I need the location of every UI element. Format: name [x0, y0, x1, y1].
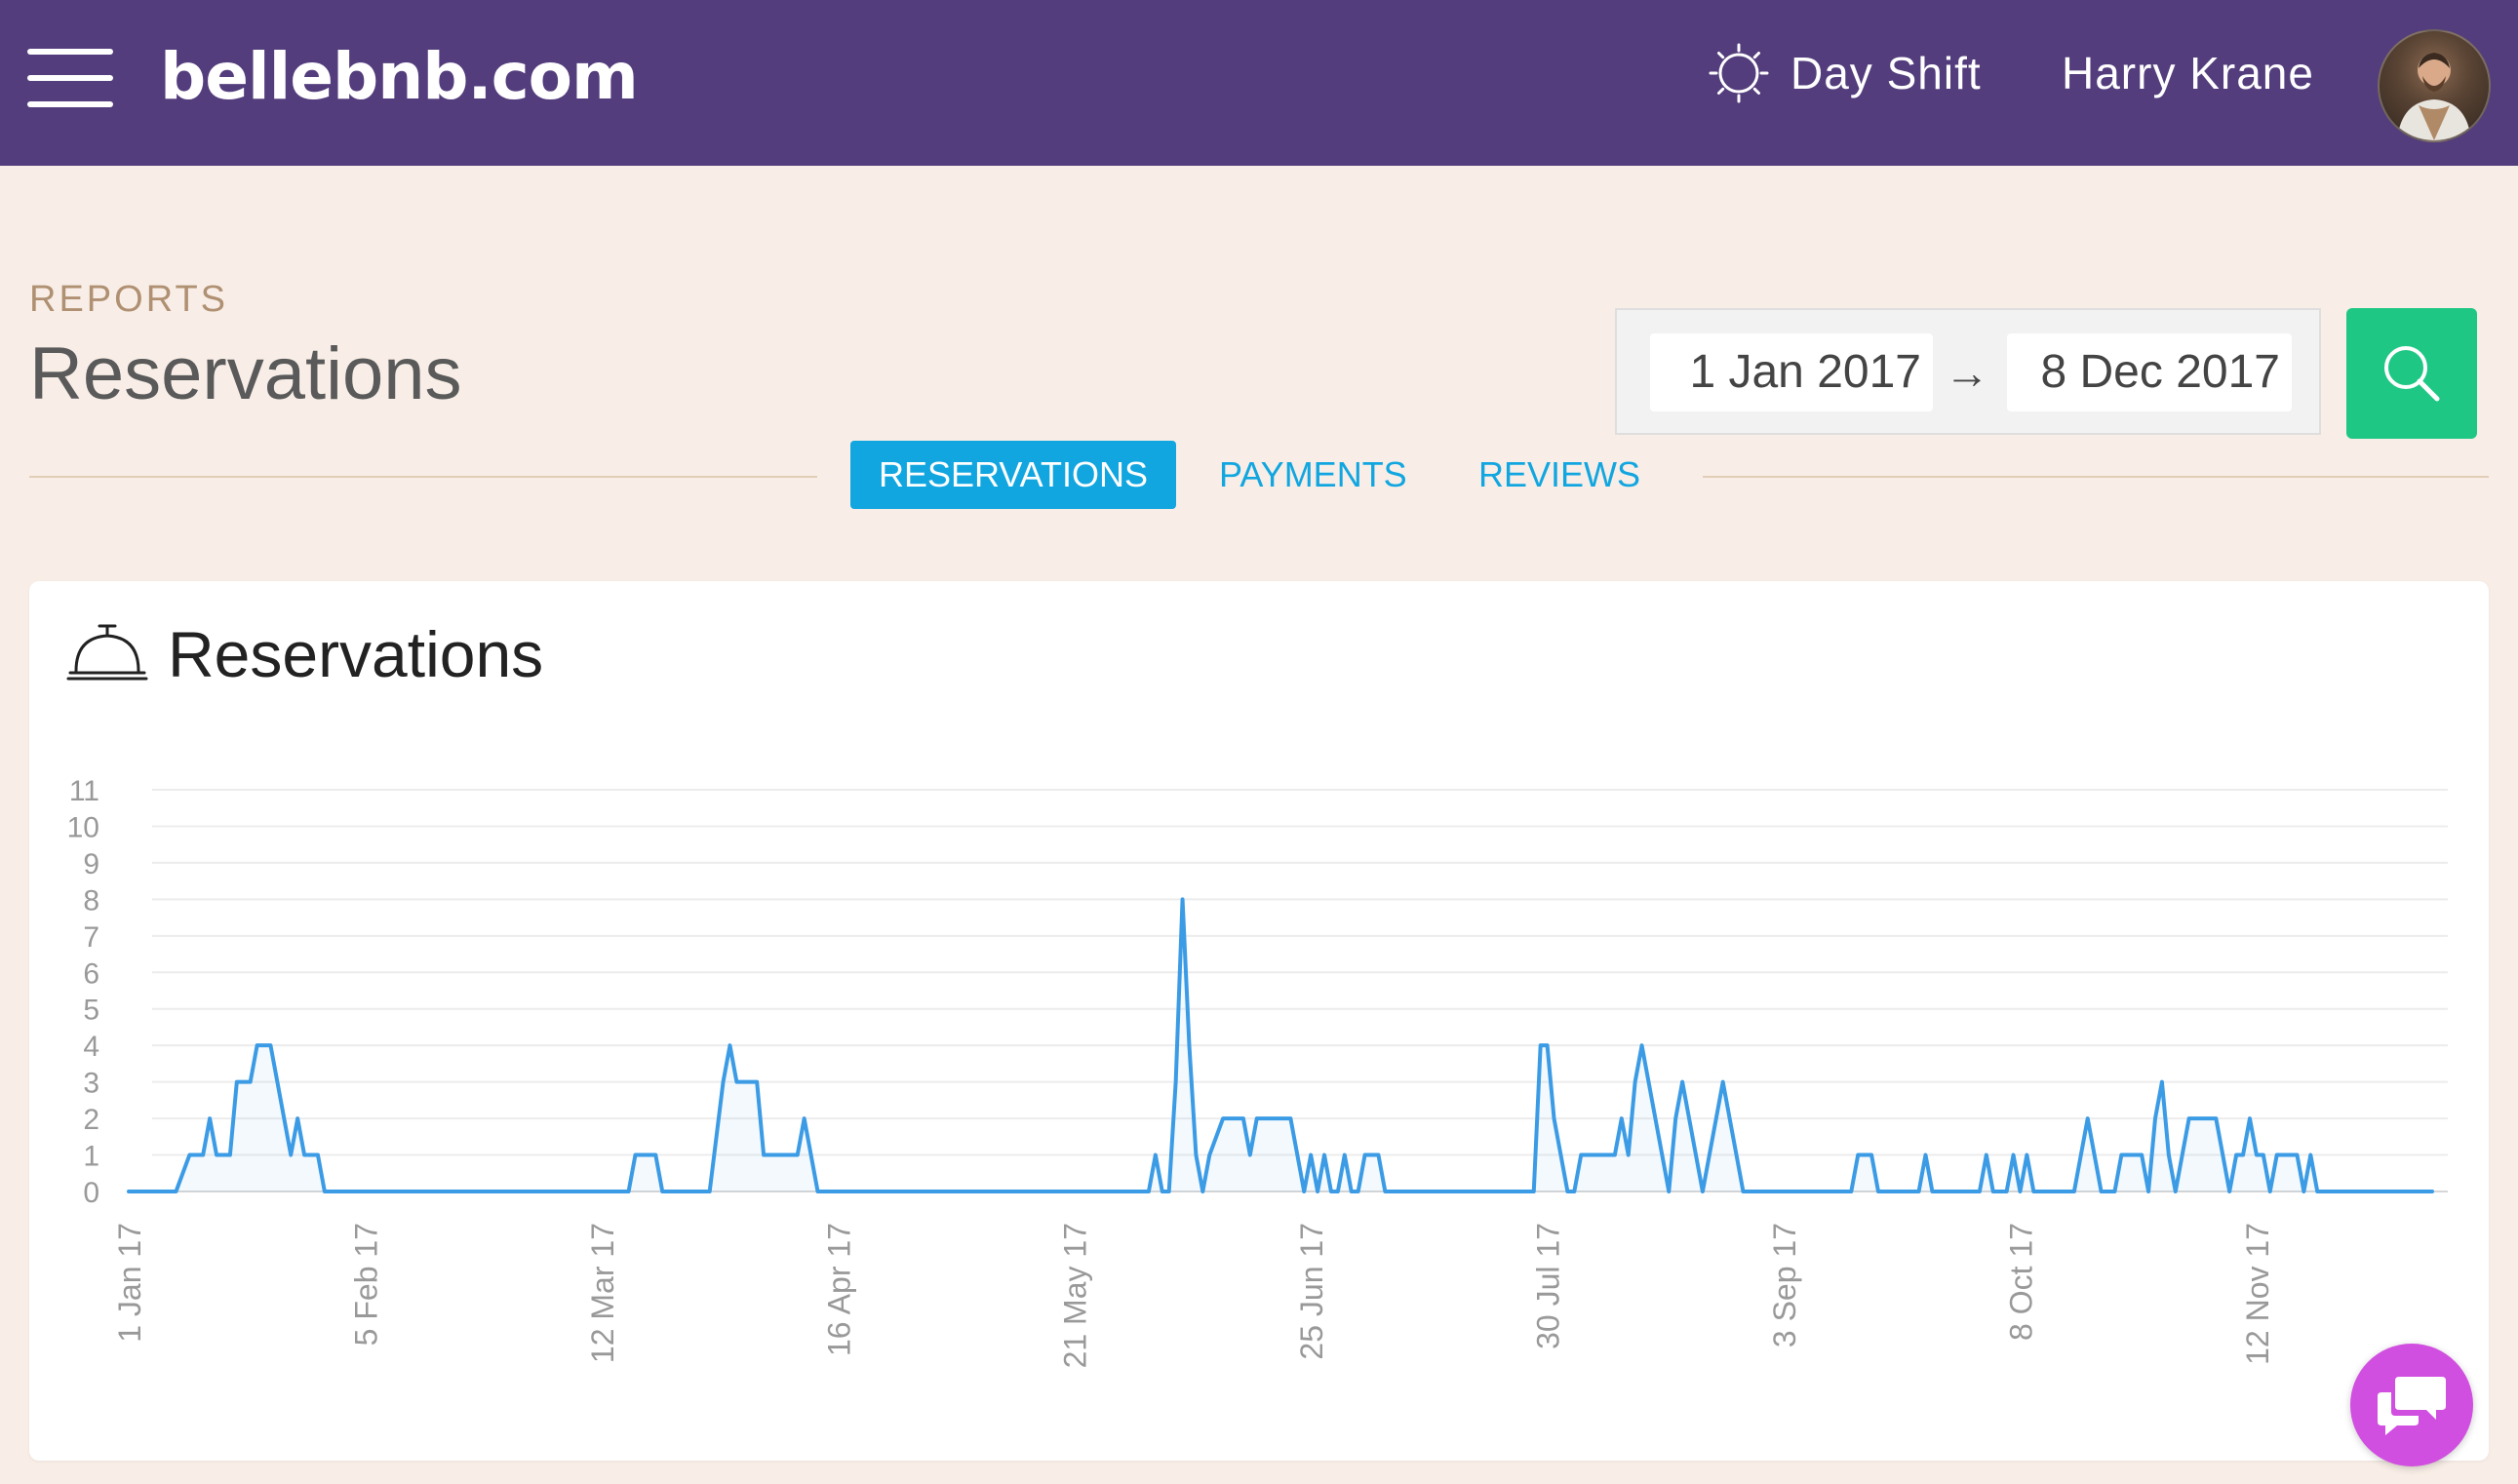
menu-icon[interactable]: [27, 49, 113, 107]
reservations-card: Reservations 0 1 2 3 4 5 6 7 8 9 10 11 1 Jan 17 5 Feb…: [29, 581, 2489, 1461]
x-tick-label: 8 Oct 17: [2003, 1223, 2038, 1341]
sun-icon: [1709, 43, 1769, 103]
top-bar: bellebnb.com Day Shift Harry Krane: [0, 0, 2518, 166]
date-from-input[interactable]: 1 Jan 2017: [1650, 333, 1933, 411]
x-tick-label: 3 Sep 17: [1767, 1223, 1802, 1347]
y-tick-label: 7: [83, 921, 99, 954]
y-tick-label: 2: [83, 1104, 99, 1136]
user-name[interactable]: Harry Krane: [2062, 39, 2314, 107]
y-tick-label: 0: [83, 1177, 99, 1209]
page-title: Reservations: [29, 332, 462, 415]
chat-icon: [2378, 1377, 2446, 1435]
x-tick-label: 1 Jan 17: [112, 1223, 147, 1343]
tab-payments[interactable]: PAYMENTS: [1219, 441, 1407, 509]
y-tick-label: 5: [83, 995, 99, 1027]
avatar[interactable]: [2378, 29, 2491, 142]
x-tick-label: 30 Jul 17: [1531, 1223, 1566, 1349]
y-tick-label: 10: [67, 811, 99, 843]
y-tick-label: 11: [69, 775, 99, 807]
tab-divider-left: [29, 476, 817, 478]
x-tick-label: 16 Apr 17: [821, 1223, 856, 1356]
y-tick-label: 9: [83, 848, 99, 880]
x-tick-label: 12 Nov 17: [2240, 1223, 2275, 1365]
search-button[interactable]: [2346, 308, 2477, 439]
y-tick-label: 6: [83, 957, 99, 990]
section-label: REPORTS: [29, 279, 229, 320]
tab-reservations[interactable]: RESERVATIONS: [850, 441, 1176, 509]
search-icon: [2384, 346, 2440, 402]
arrow-right-icon: →: [1945, 347, 1989, 398]
x-tick-label: 5 Feb 17: [348, 1223, 383, 1346]
y-tick-label: 3: [83, 1068, 99, 1100]
logo[interactable]: bellebnb.com: [160, 33, 639, 121]
date-range-picker: 1 Jan 2017 → 8 Dec 2017: [1615, 308, 2321, 435]
chat-button[interactable]: [2350, 1344, 2473, 1466]
tab-divider-right: [1703, 476, 2489, 478]
x-tick-label: 12 Mar 17: [585, 1223, 620, 1363]
y-tick-label: 8: [83, 884, 99, 917]
tab-reviews[interactable]: REVIEWS: [1478, 441, 1640, 509]
x-tick-label: 21 May 17: [1058, 1223, 1093, 1368]
reservations-chart: 0 1 2 3 4 5 67 8 9 10 11 1 Jan 17 5 Feb 17 12 Mar 17 1…: [67, 775, 2448, 1368]
y-tick-label: 1: [83, 1141, 99, 1173]
x-tick-label: 25 Jun 17: [1294, 1223, 1329, 1360]
shift-label: Day Shift: [1790, 48, 1982, 98]
date-to-input[interactable]: 8 Dec 2017: [2007, 333, 2292, 411]
y-tick-label: 4: [83, 1031, 99, 1063]
shift-toggle[interactable]: Day Shift: [1709, 39, 1982, 107]
